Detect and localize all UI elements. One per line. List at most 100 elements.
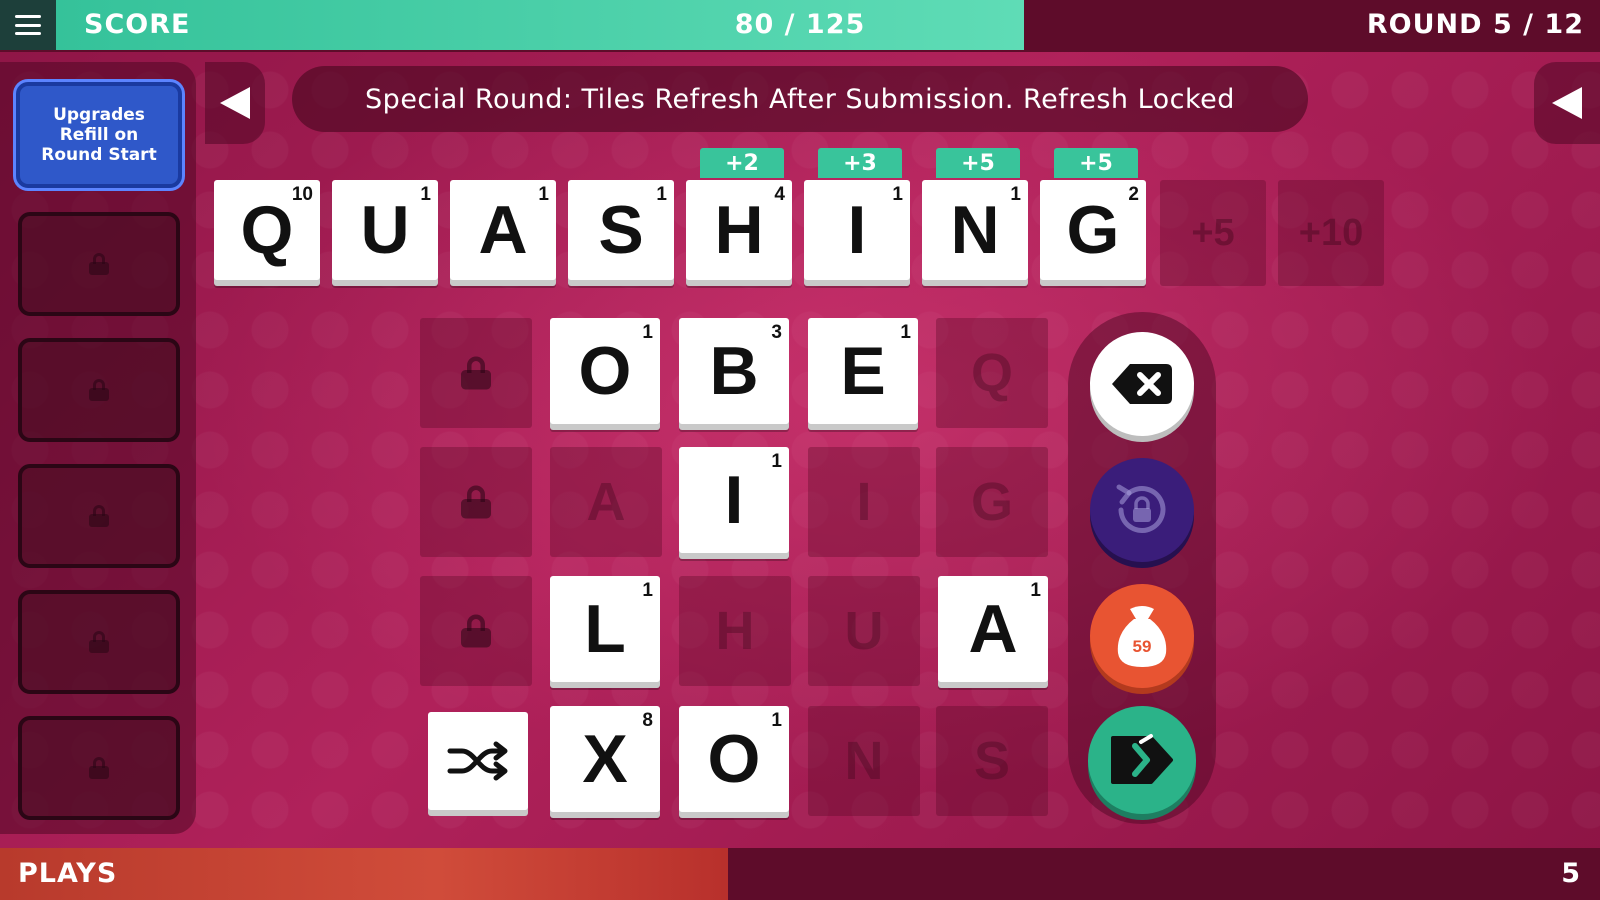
- word-tile[interactable]: N1: [922, 180, 1028, 280]
- upgrade-slot-locked: [18, 590, 180, 694]
- rack-tile[interactable]: E1: [808, 318, 918, 424]
- tile-letter: S: [598, 192, 644, 268]
- special-round-banner: Special Round: Tiles Refresh After Submi…: [292, 66, 1308, 132]
- tile-letter: H: [714, 192, 764, 268]
- bonus-badge: +3: [818, 148, 902, 178]
- tile-letter: G: [1066, 192, 1120, 268]
- tile-points: 1: [642, 322, 653, 343]
- word-tile[interactable]: U1: [332, 180, 438, 280]
- tile-letter: B: [709, 333, 759, 409]
- money-bag-icon: 59: [1117, 606, 1167, 667]
- lock-icon: [461, 356, 491, 390]
- empty-word-slot: +10: [1278, 180, 1384, 286]
- tile-letter: A: [968, 591, 1018, 667]
- upgrade-slot-locked: [18, 212, 180, 316]
- tile-points: 1: [892, 184, 903, 205]
- locked-rack-slot: [420, 318, 532, 428]
- tile-letter: L: [584, 591, 626, 667]
- tile-points: 1: [538, 184, 549, 205]
- banner-text: Special Round: Tiles Refresh After Submi…: [365, 83, 1235, 115]
- lock-icon: [461, 614, 491, 648]
- score-label: SCORE: [84, 9, 191, 40]
- lock-icon: [461, 485, 491, 519]
- tile-points: 1: [656, 184, 667, 205]
- rack-tile[interactable]: B3: [679, 318, 789, 424]
- tile-letter: I: [724, 462, 744, 538]
- tile-points: 2: [1128, 184, 1139, 205]
- used-rack-slot: G: [936, 447, 1048, 557]
- tile-bag-button[interactable]: 59: [1090, 584, 1194, 688]
- arrow-left-icon: [220, 87, 250, 119]
- locked-rack-slot: [420, 576, 532, 686]
- menu-button[interactable]: [0, 0, 56, 50]
- bonus-badge: +2: [700, 148, 784, 178]
- locked-rack-slot: [420, 447, 532, 557]
- tile-points: 1: [1030, 580, 1041, 601]
- used-rack-slot: N: [808, 706, 920, 816]
- lock-icon: [89, 505, 109, 527]
- backspace-button[interactable]: [1090, 332, 1194, 436]
- lock-icon: [89, 379, 109, 401]
- refresh-tiles-button-locked[interactable]: [1090, 458, 1194, 562]
- rack-tile[interactable]: O1: [679, 706, 789, 812]
- plays-value: 5: [1561, 858, 1580, 889]
- upgrade-card-refill[interactable]: Upgrades Refill on Round Start: [16, 82, 182, 188]
- tile-letter: E: [840, 333, 886, 409]
- used-rack-slot: H: [679, 576, 791, 686]
- submit-word-button[interactable]: [1088, 706, 1196, 814]
- used-rack-slot: A: [550, 447, 662, 557]
- tile-points: 1: [771, 451, 782, 472]
- word-tile[interactable]: H4: [686, 180, 792, 280]
- lock-icon: [89, 757, 109, 779]
- hamburger-icon: [15, 15, 41, 35]
- tile-points: 10: [291, 184, 313, 205]
- word-tile[interactable]: S1: [568, 180, 674, 280]
- tile-points: 1: [420, 184, 431, 205]
- tile-letter: I: [847, 192, 867, 268]
- rack-tile[interactable]: I1: [679, 447, 789, 553]
- score-value: 80 / 125: [734, 9, 866, 40]
- lock-icon: [89, 631, 109, 653]
- rack-tile[interactable]: X8: [550, 706, 660, 812]
- tile-letter: Q: [240, 192, 294, 268]
- tile-letter: N: [950, 192, 1000, 268]
- tile-points: 4: [774, 184, 785, 205]
- refresh-locked-icon: [1116, 484, 1166, 533]
- word-tile[interactable]: I1: [804, 180, 910, 280]
- used-rack-slot: U: [808, 576, 920, 686]
- tile-letter: A: [478, 192, 528, 268]
- used-rack-slot: S: [936, 706, 1048, 816]
- rack-tile[interactable]: A1: [938, 576, 1048, 682]
- used-rack-slot: Q: [936, 318, 1048, 428]
- tile-points: 1: [1010, 184, 1021, 205]
- rack-tile[interactable]: L1: [550, 576, 660, 682]
- tile-points: 1: [642, 580, 653, 601]
- tile-points: 1: [771, 710, 782, 731]
- used-rack-slot: I: [808, 447, 920, 557]
- upgrade-card-label: Upgrades Refill on Round Start: [41, 105, 157, 165]
- tile-letter: O: [707, 721, 761, 797]
- round-counter: ROUND 5 / 12: [1366, 9, 1584, 40]
- tile-points: 8: [642, 710, 653, 731]
- shuffle-button[interactable]: [428, 712, 528, 810]
- bottom-bar: PLAYS 5: [0, 848, 1600, 900]
- tile-points: 1: [900, 322, 911, 343]
- rack-tile[interactable]: O1: [550, 318, 660, 424]
- expand-right-panel-button[interactable]: [1534, 62, 1600, 144]
- tile-points: 3: [771, 322, 782, 343]
- upgrade-slot-locked: [18, 338, 180, 442]
- bonus-badge: +5: [936, 148, 1020, 178]
- empty-word-slot: +5: [1160, 180, 1266, 286]
- upgrade-slot-locked: [18, 464, 180, 568]
- shuffle-icon: [447, 741, 508, 781]
- plays-label: PLAYS: [18, 858, 118, 889]
- tile-letter: O: [578, 333, 632, 409]
- word-tile[interactable]: Q 10: [214, 180, 320, 280]
- collapse-upgrades-button[interactable]: [205, 62, 265, 144]
- lock-icon: [89, 253, 109, 275]
- word-tile[interactable]: A1: [450, 180, 556, 280]
- submit-arrow-icon: [1111, 734, 1173, 784]
- word-tile[interactable]: G2: [1040, 180, 1146, 280]
- tile-letter: U: [360, 192, 410, 268]
- top-bar: SCORE 80 / 125 ROUND 5 / 12: [0, 0, 1600, 52]
